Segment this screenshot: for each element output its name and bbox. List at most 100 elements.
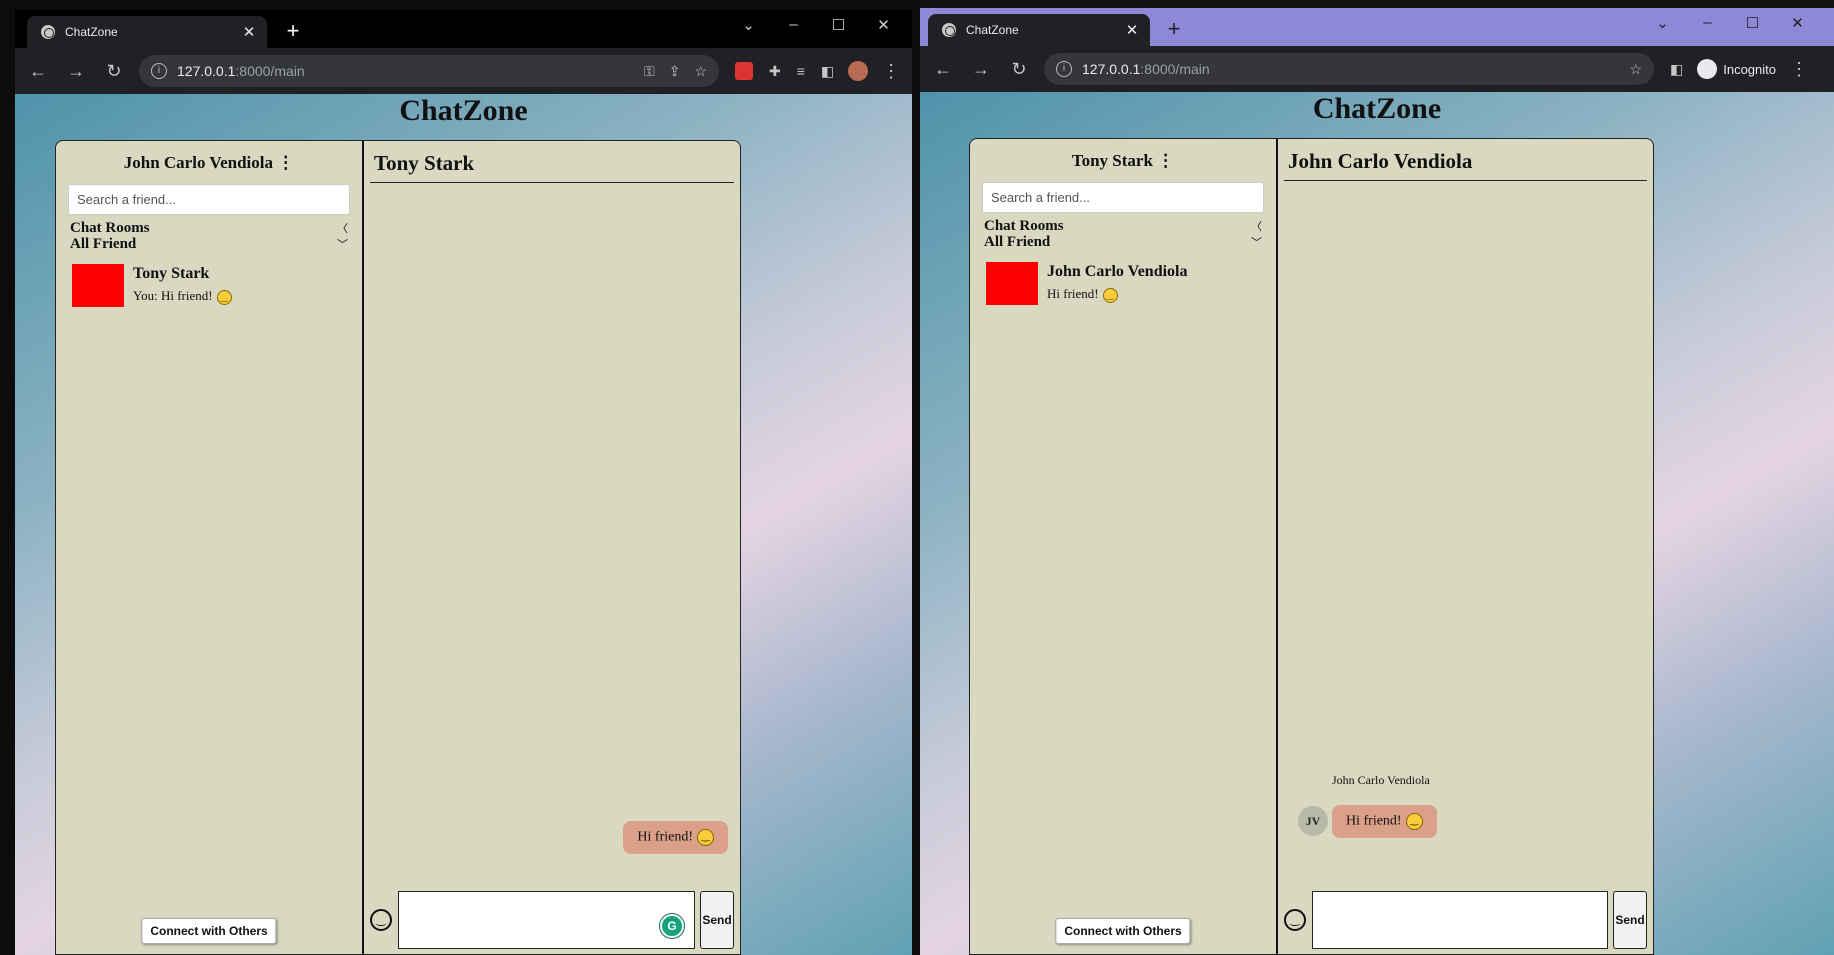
new-tab-button[interactable]: + — [281, 19, 305, 43]
last-message: You: Hi friend! ‿ — [133, 288, 232, 305]
sidepanel-icon[interactable]: ◧ — [821, 63, 834, 80]
new-tab-button[interactable]: + — [1162, 17, 1186, 41]
current-user-name[interactable]: John Carlo Vendiola ⋮ — [56, 153, 362, 173]
message-input[interactable] — [1312, 891, 1608, 949]
maximize-icon[interactable]: ☐ — [1730, 14, 1775, 32]
tab-strip: ChatZone ✕ + ⌄ – ☐ ✕ — [15, 10, 912, 48]
page-content: ChatZone Tony Stark ⋮ Search a friend...… — [920, 92, 1834, 955]
smiley-icon: ‿ — [1102, 287, 1118, 303]
chat-rooms-row[interactable]: Chat Rooms 〈 — [984, 219, 1262, 234]
emoji-picker-icon[interactable]: ‿ — [370, 909, 392, 931]
message-bubble: Hi friend! ‿ — [623, 821, 728, 854]
info-icon[interactable]: i — [1056, 61, 1072, 77]
maximize-icon[interactable]: ☐ — [816, 16, 861, 34]
search-input[interactable]: Search a friend... — [68, 184, 350, 215]
browser-tab[interactable]: ChatZone ✕ — [928, 14, 1150, 46]
reading-list-icon[interactable]: ≡ — [797, 63, 805, 79]
key-icon[interactable]: ⚿ — [644, 63, 655, 80]
extension-icon[interactable] — [735, 62, 753, 80]
app-title: ChatZone — [1312, 92, 1442, 125]
all-friend-label: All Friend — [70, 236, 137, 252]
minimize-icon[interactable]: – — [1685, 14, 1730, 32]
chevron-down-icon[interactable]: ﹀ — [1251, 235, 1262, 250]
smiley-icon: ‿ — [216, 289, 232, 305]
info-icon[interactable]: i — [151, 63, 167, 79]
tab-search-icon[interactable]: ⌄ — [726, 16, 771, 34]
address-bar[interactable]: i 127.0.0.1:8000/main ⚿ ⇪ ☆ — [139, 55, 719, 87]
forward-icon[interactable]: → — [966, 59, 996, 80]
globe-icon — [41, 25, 55, 39]
browser-chrome: ChatZone ✕ + ⌄ – ☐ ✕ ← → ↻ i 127.0.0.1:8… — [920, 8, 1834, 92]
message-input[interactable]: G — [398, 891, 695, 949]
tab-title: ChatZone — [966, 23, 1019, 37]
close-window-icon[interactable]: ✕ — [1775, 14, 1820, 32]
reload-icon[interactable]: ↻ — [99, 61, 129, 82]
friend-list-item[interactable]: John Carlo Vendiola Hi friend! ‿ — [986, 262, 1276, 305]
chat-panel: John Carlo Vendiola ⋮ Search a friend...… — [55, 140, 741, 955]
window-controls: ⌄ – ☐ ✕ — [1640, 14, 1820, 32]
browser-window-right: ChatZone ✕ + ⌄ – ☐ ✕ ← → ↻ i 127.0.0.1:8… — [920, 0, 1834, 955]
friend-name: Tony Stark — [133, 265, 210, 282]
current-user-name[interactable]: Tony Stark ⋮ — [970, 151, 1276, 171]
browser-toolbar: ← → ↻ i 127.0.0.1:8000/main ⚿ ⇪ ☆ ✚ ≡ ◧ … — [15, 48, 912, 94]
browser-chrome: ChatZone ✕ + ⌄ – ☐ ✕ ← → ↻ i 127.0.0.1:8… — [15, 10, 912, 94]
all-friend-label: All Friend — [984, 234, 1051, 250]
chat-area: John Carlo Vendiola John Carlo Vendiola … — [1278, 139, 1653, 954]
chevron-left-icon[interactable]: 〈 — [337, 221, 348, 236]
message-composer: ‿ G Send — [370, 890, 734, 950]
send-button[interactable]: Send — [700, 891, 734, 949]
connect-button[interactable]: Connect with Others — [141, 918, 277, 944]
all-friend-row[interactable]: All Friend ﹀ — [70, 237, 348, 252]
send-button[interactable]: Send — [1613, 891, 1647, 949]
sidebar: John Carlo Vendiola ⋮ Search a friend...… — [56, 141, 364, 954]
star-icon[interactable]: ☆ — [694, 63, 707, 80]
incognito-icon — [1697, 59, 1718, 79]
friend-name: John Carlo Vendiola — [1047, 263, 1188, 280]
chat-area: Tony Stark Hi friend! ‿ ‿ G Send — [364, 141, 740, 954]
emoji-picker-icon[interactable]: ‿ — [1284, 909, 1306, 931]
search-input[interactable]: Search a friend... — [982, 182, 1264, 213]
chevron-down-icon[interactable]: ﹀ — [337, 237, 348, 252]
reload-icon[interactable]: ↻ — [1004, 59, 1034, 80]
back-icon[interactable]: ← — [928, 59, 958, 80]
url-text: 127.0.0.1:8000/main — [1082, 61, 1210, 77]
grammarly-icon[interactable]: G — [660, 914, 684, 938]
globe-icon — [942, 23, 956, 37]
address-bar[interactable]: i 127.0.0.1:8000/main ☆ — [1044, 53, 1654, 85]
connect-button[interactable]: Connect with Others — [1055, 918, 1191, 944]
sidepanel-icon[interactable]: ◧ — [1670, 61, 1683, 78]
browser-tab[interactable]: ChatZone ✕ — [27, 16, 267, 48]
incognito-indicator[interactable]: Incognito — [1697, 59, 1776, 79]
share-icon[interactable]: ⇪ — [669, 63, 681, 80]
chat-rooms-row[interactable]: Chat Rooms 〈 — [70, 221, 348, 236]
extensions-icon[interactable]: ✚ — [769, 63, 781, 80]
close-tab-icon[interactable]: ✕ — [239, 23, 259, 41]
sender-avatar: JV — [1298, 806, 1328, 836]
browser-toolbar: ← → ↻ i 127.0.0.1:8000/main ☆ ◧ Incognit… — [920, 46, 1834, 92]
all-friend-row[interactable]: All Friend ﹀ — [984, 235, 1262, 250]
page-content: ChatZone John Carlo Vendiola ⋮ Search a … — [15, 94, 912, 955]
menu-icon[interactable]: ⋮ — [1790, 59, 1808, 80]
chat-rooms-label: Chat Rooms — [70, 220, 150, 236]
tab-search-icon[interactable]: ⌄ — [1640, 14, 1685, 32]
minimize-icon[interactable]: – — [771, 16, 816, 34]
close-window-icon[interactable]: ✕ — [861, 16, 906, 34]
chat-header: John Carlo Vendiola — [1284, 147, 1647, 181]
tab-strip: ChatZone ✕ + ⌄ – ☐ ✕ — [920, 8, 1834, 46]
forward-icon[interactable]: → — [61, 61, 91, 82]
menu-icon[interactable]: ⋮ — [882, 61, 900, 82]
smiley-icon: ‿ — [697, 829, 714, 846]
tab-title: ChatZone — [65, 25, 118, 39]
url-text: 127.0.0.1:8000/main — [177, 63, 305, 79]
window-controls: ⌄ – ☐ ✕ — [726, 16, 906, 34]
back-icon[interactable]: ← — [23, 61, 53, 82]
app-title: ChatZone — [399, 94, 528, 127]
close-tab-icon[interactable]: ✕ — [1122, 21, 1142, 39]
star-icon[interactable]: ☆ — [1629, 61, 1642, 78]
last-message: Hi friend! ‿ — [1047, 286, 1187, 303]
friend-list-item[interactable]: Tony Stark You: Hi friend! ‿ — [72, 264, 362, 307]
smiley-icon: ‿ — [1405, 813, 1423, 830]
chevron-left-icon[interactable]: 〈 — [1251, 219, 1262, 234]
message-bubble: Hi friend! ‿ — [1332, 805, 1437, 838]
profile-avatar[interactable] — [848, 61, 869, 81]
